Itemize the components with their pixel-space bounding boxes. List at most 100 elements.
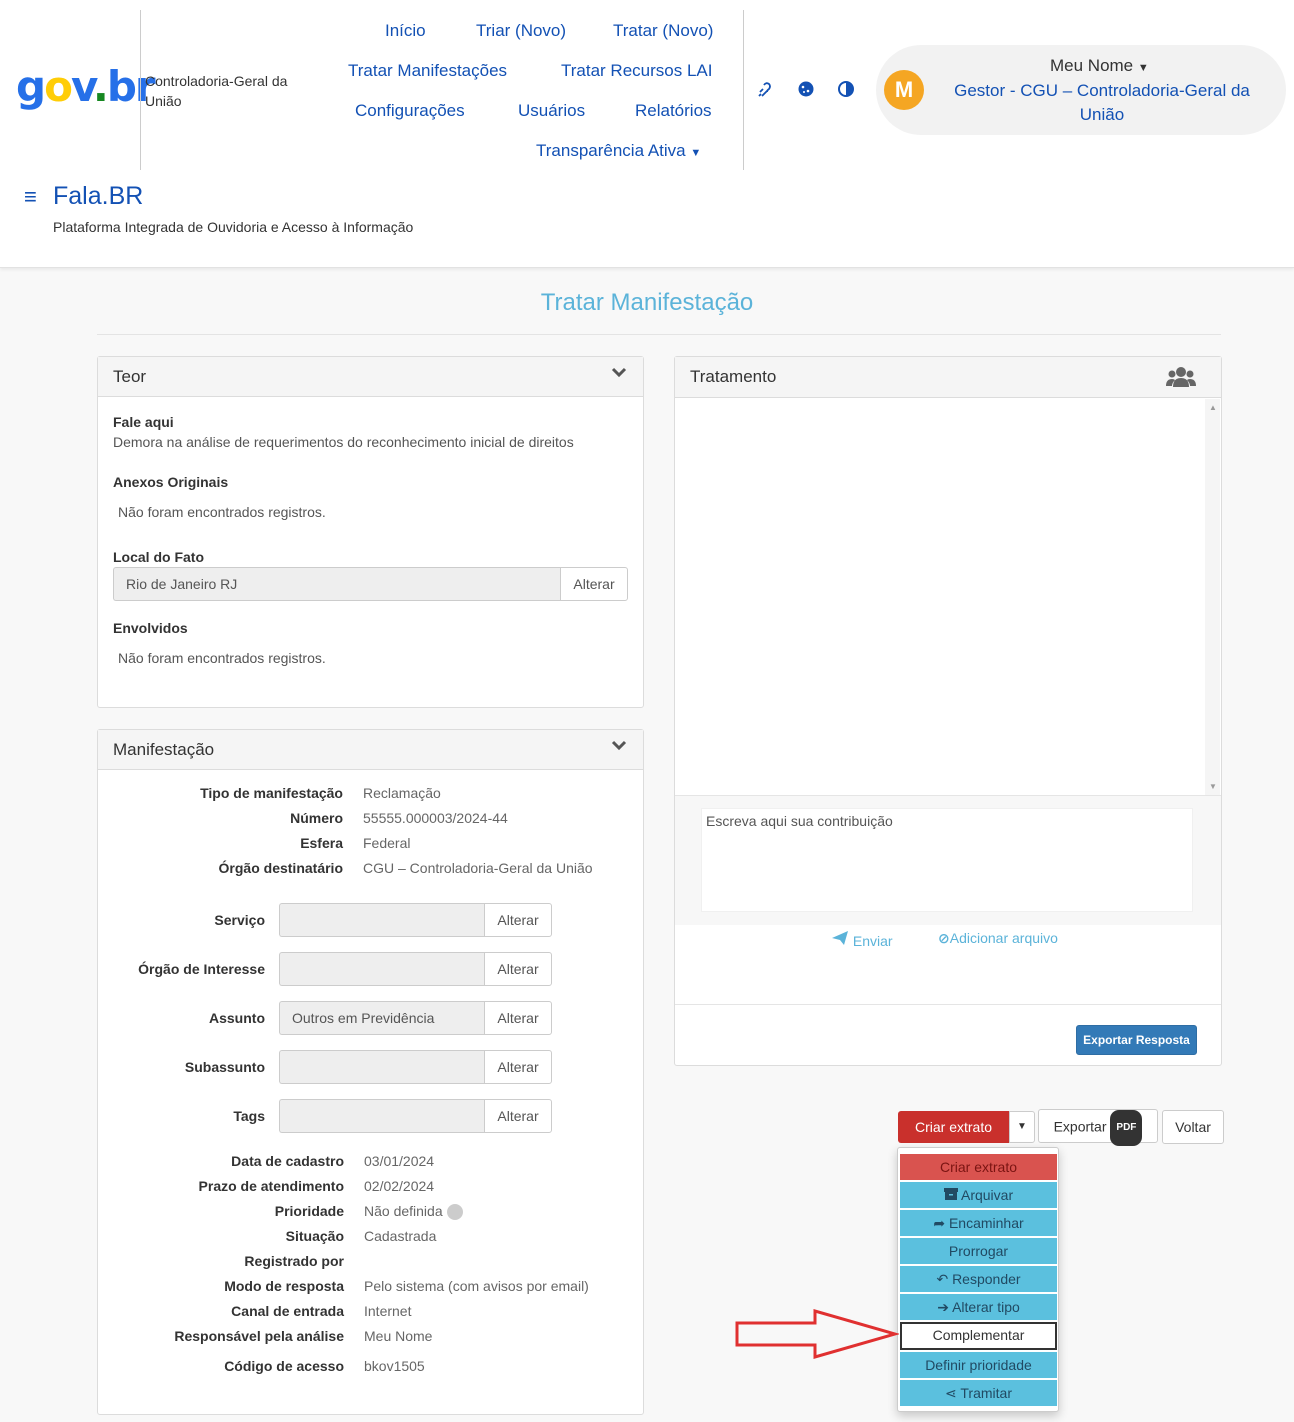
scroll-down-icon[interactable]: ▼ (1209, 782, 1217, 791)
responsavel-value: Meu Nome (364, 1328, 433, 1344)
actions-caret-button[interactable]: ▼ (1009, 1111, 1035, 1143)
manifestacao-title: Manifestação (113, 740, 215, 759)
local-label: Local do Fato (113, 549, 204, 565)
manifestacao-panel-header[interactable]: Manifestação (98, 730, 643, 770)
nav-triar[interactable]: Triar (Novo) (476, 21, 566, 41)
users-icon[interactable] (1165, 365, 1197, 394)
situacao-value: Cadastrada (364, 1228, 437, 1244)
dd-responder[interactable]: ↶ Responder (900, 1266, 1057, 1292)
send-icon (831, 931, 853, 949)
archive-icon (943, 1187, 958, 1203)
tags-alterar-button[interactable]: Alterar (484, 1099, 552, 1133)
contrast-icon[interactable] (835, 80, 857, 102)
nav-divider (743, 10, 744, 170)
esfera-label: Esfera (300, 835, 343, 851)
exportar-resposta-button[interactable]: Exportar Resposta (1076, 1025, 1197, 1055)
chevron-down-icon[interactable] (611, 738, 627, 756)
nav-inicio[interactable]: Início (385, 21, 426, 41)
nav-tratar-manifestacoes[interactable]: Tratar Manifestações (348, 61, 507, 81)
assunto-label: Assunto (209, 1010, 265, 1026)
numero-label: Número (290, 810, 343, 826)
dd-criar-extrato[interactable]: Criar extrato (900, 1154, 1057, 1180)
orgao-interesse-alterar-button[interactable]: Alterar (484, 952, 552, 986)
local-input-group: Rio de Janeiro RJ Alterar (113, 567, 628, 601)
exportar-pdf-button[interactable]: Exportar PDF (1038, 1109, 1158, 1146)
tags-input-group: Alterar (279, 1099, 552, 1133)
history-scrollbar[interactable]: ▲ ▼ (1205, 399, 1220, 795)
caret-down-icon: ▼ (1137, 62, 1149, 74)
user-menu[interactable]: M Meu Nome ▼ Gestor - CGU – Controladori… (876, 45, 1286, 135)
dd-arquivar[interactable]: Arquivar (900, 1182, 1057, 1208)
dd-complementar[interactable]: Complementar (900, 1322, 1057, 1350)
local-alterar-button[interactable]: Alterar (560, 567, 628, 601)
fale-aqui-label: Fale aqui (113, 414, 174, 430)
dd-definir-prioridade[interactable]: Definir prioridade (900, 1352, 1057, 1378)
nav-tratar[interactable]: Tratar (Novo) (613, 21, 713, 41)
servico-input-group: Alterar (279, 903, 552, 937)
dd-alterar-tipo[interactable]: ➔ Alterar tipo (900, 1294, 1057, 1320)
nav-tratar-recursos[interactable]: Tratar Recursos LAI (561, 61, 712, 81)
arrow-circle-right-icon: ➔ (937, 1299, 949, 1315)
prazo-label: Prazo de atendimento (198, 1178, 344, 1194)
modo-value: Pelo sistema (com avisos por email) (364, 1278, 589, 1294)
user-name[interactable]: Meu Nome ▼ (1050, 56, 1149, 76)
contribution-textarea[interactable]: Escreva aqui sua contribuição (701, 808, 1193, 912)
assunto-input-group: Outros em Previdência Alterar (279, 1001, 552, 1035)
data-cadastro-label: Data de cadastro (231, 1153, 344, 1169)
nav-transparencia[interactable]: Transparência Ativa ▼ (536, 141, 701, 161)
reply-icon: ↶ (936, 1271, 949, 1287)
dd-prorrogar[interactable]: Prorrogar (900, 1238, 1057, 1264)
annotation-arrow-icon (735, 1309, 899, 1359)
prioridade-value: Não definida (364, 1203, 463, 1221)
actions-dropdown-menu: Criar extrato Arquivar ➦ Encaminhar Pror… (897, 1147, 1059, 1412)
tratamento-panel: Tratamento ▲ ▼ Exportar Resposta (674, 356, 1222, 1066)
cookie-icon[interactable] (795, 80, 817, 102)
logo-divider (140, 10, 141, 170)
nav-usuarios[interactable]: Usuários (518, 101, 585, 121)
subassunto-alterar-button[interactable]: Alterar (484, 1050, 552, 1084)
voltar-button[interactable]: Voltar (1162, 1110, 1224, 1144)
nav-configuracoes[interactable]: Configurações (355, 101, 465, 121)
assunto-field[interactable]: Outros em Previdência (279, 1001, 484, 1035)
hamburger-menu-icon[interactable]: ≡ (24, 184, 37, 210)
govbr-logo[interactable]: gov.br (16, 62, 156, 112)
servico-field[interactable] (279, 903, 484, 937)
chevron-down-icon[interactable] (611, 365, 627, 383)
orgao-interesse-field[interactable] (279, 952, 484, 986)
site-title[interactable]: Fala.BR (53, 182, 143, 211)
dd-encaminhar[interactable]: ➦ Encaminhar (900, 1210, 1057, 1236)
servico-alterar-button[interactable]: Alterar (484, 903, 552, 937)
numero-value: 55555.000003/2024-44 (363, 810, 508, 826)
envolvidos-label: Envolvidos (113, 620, 188, 636)
teor-title: Teor (113, 367, 147, 386)
hearing-icon[interactable] (755, 80, 777, 102)
scroll-up-icon[interactable]: ▲ (1209, 403, 1217, 412)
page-title: Tratar Manifestação (540, 289, 754, 316)
footer-divider (675, 1004, 1221, 1005)
teor-panel-header[interactable]: Teor (98, 357, 643, 397)
assunto-alterar-button[interactable]: Alterar (484, 1001, 552, 1035)
contribution-placeholder: Escreva aqui sua contribuição (706, 813, 893, 829)
orgao-interesse-label: Órgão de Interesse (138, 961, 265, 977)
subassunto-field[interactable] (279, 1050, 484, 1084)
responsavel-label: Responsável pela análise (174, 1328, 344, 1344)
local-field[interactable]: Rio de Janeiro RJ (113, 567, 560, 601)
avatar: M (884, 70, 924, 110)
situacao-label: Situação (285, 1228, 344, 1244)
subassunto-label: Subassunto (184, 1059, 265, 1075)
anexos-label: Anexos Originais (113, 474, 229, 490)
criar-extrato-button[interactable]: Criar extrato (898, 1111, 1009, 1143)
adicionar-arquivo-button[interactable]: ⊘Adicionar arquivo (938, 930, 1058, 947)
enviar-button[interactable]: Enviar (831, 930, 893, 949)
nav-relatorios[interactable]: Relatórios (635, 101, 712, 121)
codigo-label: Código de acesso (224, 1358, 344, 1374)
fale-aqui-text: Demora na análise de requerimentos do re… (113, 434, 574, 450)
prioridade-label: Prioridade (274, 1203, 344, 1219)
prazo-value: 02/02/2024 (364, 1178, 435, 1194)
tags-field[interactable] (279, 1099, 484, 1133)
codigo-value: bkov1505 (364, 1358, 425, 1374)
pdf-icon: PDF (1110, 1110, 1143, 1146)
dd-tramitar[interactable]: ⋖ Tramitar (900, 1380, 1057, 1406)
tratamento-title: Tratamento (690, 367, 777, 386)
tags-label: Tags (233, 1108, 265, 1124)
